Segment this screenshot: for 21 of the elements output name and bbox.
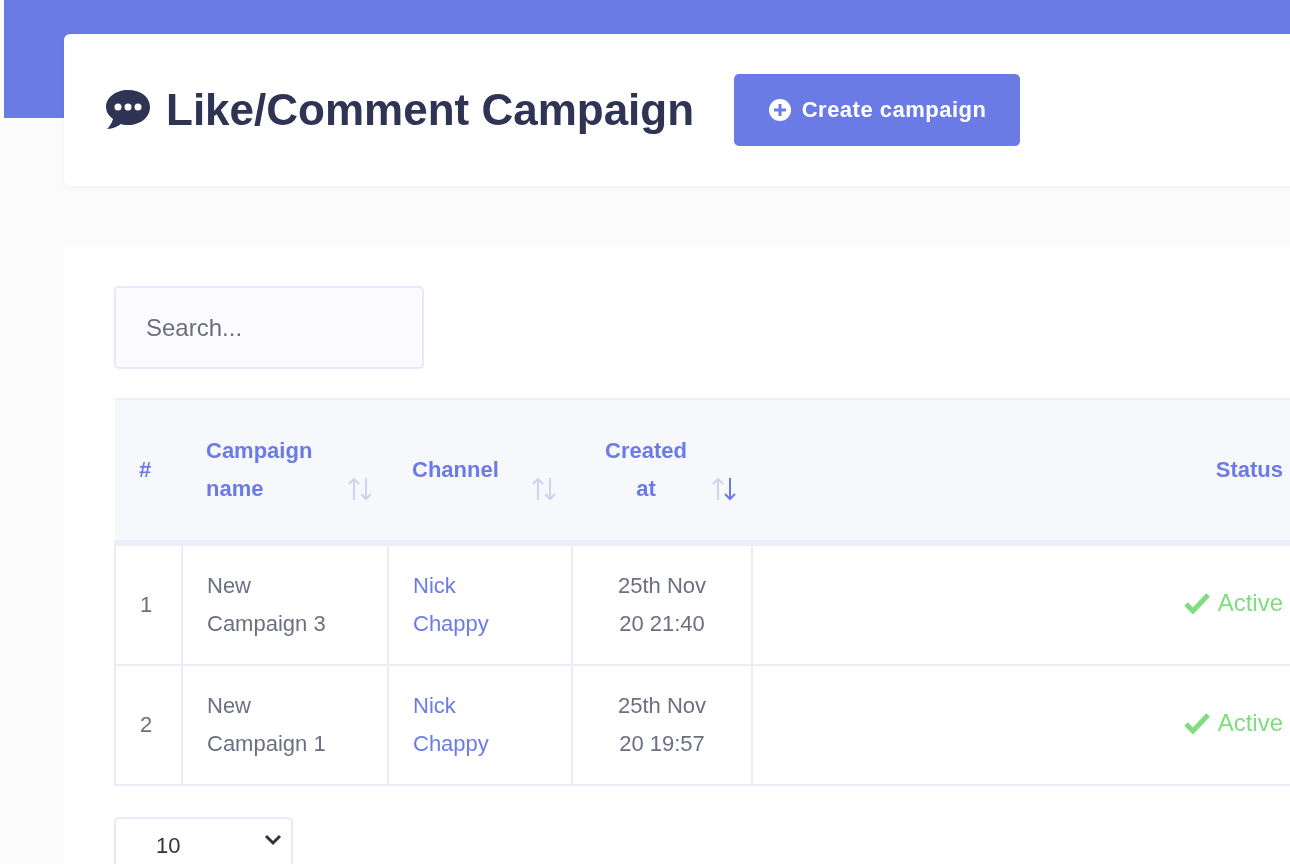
create-campaign-button[interactable]: Create campaign <box>734 74 1021 146</box>
table-cell-text: 1 <box>140 591 154 619</box>
column-header: # <box>139 456 152 484</box>
search-field[interactable]: Search... <box>114 286 424 369</box>
status-text: Active <box>1217 588 1283 618</box>
table-cell-text: 25th Nov 20 19:57 <box>616 692 708 758</box>
check-icon <box>1183 712 1210 734</box>
table-cell-text: New Campaign 1 <box>207 692 327 758</box>
column-header: Status <box>1215 456 1283 484</box>
chevron-down-icon <box>263 833 283 847</box>
table-cell-text: 2 <box>140 711 154 739</box>
sort-icon[interactable] <box>710 475 738 503</box>
status-text: Active <box>1217 708 1283 738</box>
check-icon <box>1183 592 1210 614</box>
table-cell-text: New Campaign 3 <box>207 572 327 638</box>
plus-circle-icon <box>767 98 792 122</box>
table-cell-text: 25th Nov 20 21:40 <box>616 572 708 638</box>
page-size-select[interactable]: 10 <box>114 817 293 864</box>
column-header[interactable]: Channel <box>412 451 499 489</box>
page-title: Like/Comment Campaign <box>166 85 695 135</box>
speech-bubble-icon <box>104 88 152 132</box>
